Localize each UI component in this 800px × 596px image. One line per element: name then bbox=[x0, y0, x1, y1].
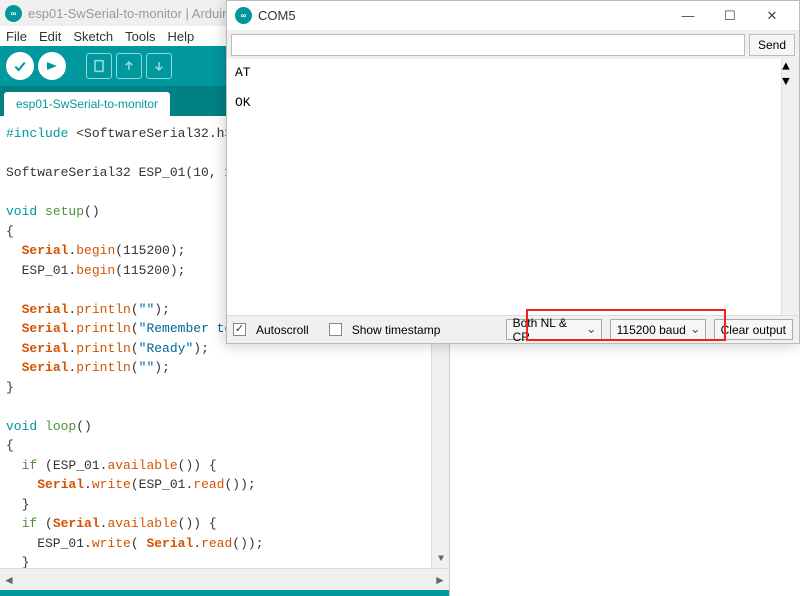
scroll-right-icon[interactable]: ► bbox=[431, 571, 449, 589]
open-sketch-button[interactable] bbox=[116, 53, 142, 79]
line-ending-value: Both NL & CR bbox=[513, 316, 583, 344]
menu-edit[interactable]: Edit bbox=[33, 29, 67, 44]
serial-window-title: COM5 bbox=[258, 8, 667, 23]
ide-status-stripe bbox=[0, 590, 449, 596]
sketch-tab[interactable]: esp01-SwSerial-to-monitor bbox=[4, 92, 170, 116]
arduino-logo-icon: ∞ bbox=[5, 5, 22, 22]
menu-sketch[interactable]: Sketch bbox=[67, 29, 119, 44]
autoscroll-label: Autoscroll bbox=[256, 323, 309, 337]
serial-titlebar[interactable]: ∞ COM5 — ☐ ✕ bbox=[227, 1, 799, 31]
serial-send-row: Send bbox=[227, 31, 799, 59]
new-sketch-button[interactable] bbox=[86, 53, 112, 79]
timestamp-checkbox[interactable] bbox=[329, 323, 342, 336]
ide-window-title: esp01-SwSerial-to-monitor | Arduino bbox=[28, 6, 237, 21]
autoscroll-checkbox[interactable] bbox=[233, 323, 246, 336]
editor-hscrollbar[interactable]: ◄ ► bbox=[0, 568, 449, 590]
scroll-down-icon[interactable]: ▼ bbox=[782, 74, 799, 89]
menu-tools[interactable]: Tools bbox=[119, 29, 161, 44]
serial-line: AT bbox=[235, 65, 251, 80]
serial-bottom-bar: Autoscroll Show timestamp Both NL & CR 1… bbox=[227, 315, 799, 343]
save-sketch-button[interactable] bbox=[146, 53, 172, 79]
maximize-button[interactable]: ☐ bbox=[709, 2, 751, 30]
serial-vscrollbar[interactable]: ▲ ▼ bbox=[781, 59, 799, 315]
upload-button[interactable] bbox=[38, 52, 66, 80]
minimize-button[interactable]: — bbox=[667, 2, 709, 30]
verify-button[interactable] bbox=[6, 52, 34, 80]
menu-file[interactable]: File bbox=[0, 29, 33, 44]
baud-dropdown[interactable]: 115200 baud bbox=[610, 319, 706, 340]
timestamp-label: Show timestamp bbox=[352, 323, 441, 337]
scroll-left-icon[interactable]: ◄ bbox=[0, 571, 18, 589]
close-button[interactable]: ✕ bbox=[751, 2, 793, 30]
line-ending-dropdown[interactable]: Both NL & CR bbox=[506, 319, 602, 340]
serial-line: OK bbox=[235, 95, 251, 110]
scroll-up-icon[interactable]: ▲ bbox=[782, 59, 799, 74]
serial-output[interactable]: AT OK ▲ ▼ bbox=[227, 59, 799, 315]
scroll-down-icon[interactable]: ▼ bbox=[432, 550, 449, 568]
arduino-logo-icon: ∞ bbox=[235, 7, 252, 24]
clear-output-button[interactable]: Clear output bbox=[714, 319, 793, 340]
send-button[interactable]: Send bbox=[749, 34, 795, 56]
serial-input[interactable] bbox=[231, 34, 745, 56]
baud-value: 115200 baud bbox=[617, 323, 686, 337]
serial-monitor-window: ∞ COM5 — ☐ ✕ Send AT OK ▲ ▼ Autoscroll S… bbox=[226, 0, 800, 344]
menu-help[interactable]: Help bbox=[161, 29, 200, 44]
